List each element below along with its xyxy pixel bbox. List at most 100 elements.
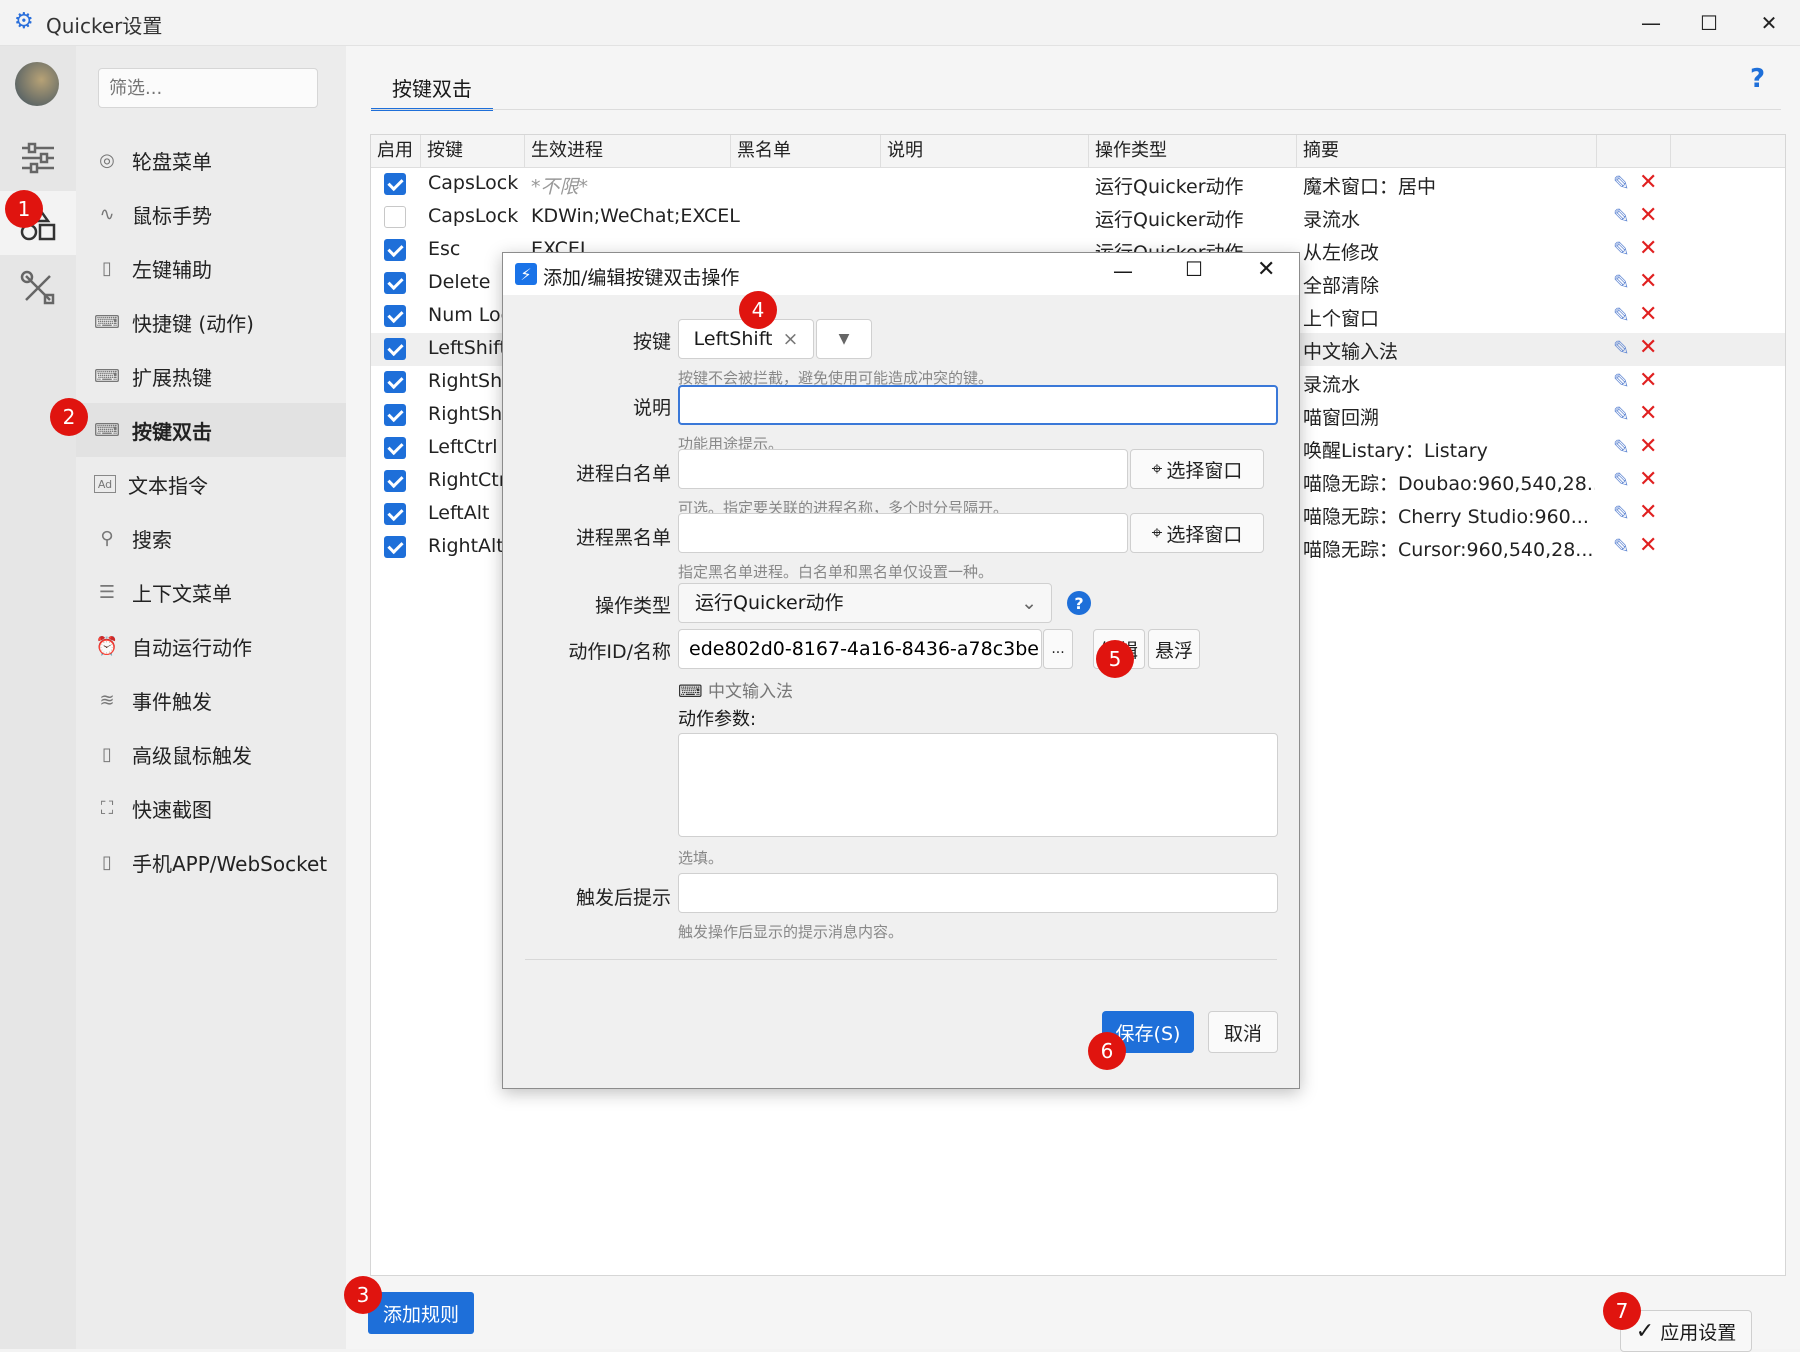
enabled-checkbox[interactable] [384,404,406,426]
tab-key-double-click[interactable]: 按键双击 [371,66,493,111]
table-header: 启用 按键 生效进程 黑名单 说明 操作类型 摘要 [371,135,1785,168]
add-rule-button[interactable]: 添加规则 [368,1292,474,1334]
edit-icon[interactable]: ✎ [1613,171,1630,195]
delete-icon[interactable]: ✕ [1639,434,1657,459]
edit-icon[interactable]: ✎ [1613,336,1630,360]
col-key[interactable]: 按键 [421,135,525,167]
nav-item-text-command[interactable]: Ad 文本指令 [76,457,346,511]
nav-item-mouse-gesture[interactable]: ∿ 鼠标手势 [76,187,346,241]
cell-summary: 中文输入法 [1303,341,1399,363]
dialog-minimize-button[interactable]: — [1113,259,1133,283]
edit-icon[interactable]: ✎ [1613,402,1630,426]
edit-icon[interactable]: ✎ [1613,501,1630,525]
nav-item-wheel-menu[interactable]: ◎ 轮盘菜单 [76,133,346,187]
table-row[interactable]: CapsLock KDWin;WeChat;EXCEL 运行Quicker动作 录流水… [371,201,1785,234]
col-blacklist[interactable]: 黑名单 [731,135,881,167]
crosshair-icon: ⌖ [1151,458,1163,480]
enabled-checkbox[interactable] [384,371,406,393]
browse-action-button[interactable]: ... [1043,629,1073,669]
delete-icon[interactable]: ✕ [1639,335,1657,360]
enabled-checkbox[interactable] [384,305,406,327]
keyboard-icon: ⌨ [678,682,703,702]
nav-item-event-trigger[interactable]: ≋ 事件触发 [76,673,346,727]
key-dropdown[interactable]: ▼ [816,319,872,359]
action-label: 动作ID/名称 [568,641,671,663]
avatar[interactable] [15,62,59,106]
cell-summary: 录流水 [1303,374,1361,396]
cell-summary: 喵隐无踪：Cursor:960,540,28... [1303,539,1594,561]
action-id-input[interactable] [678,629,1042,669]
enabled-checkbox[interactable] [384,437,406,459]
enabled-checkbox[interactable] [384,173,406,195]
whitelist-select-window-button[interactable]: ⌖ 选择窗口 [1130,449,1264,489]
params-textarea[interactable] [678,733,1278,837]
delete-icon[interactable]: ✕ [1639,269,1657,294]
nav-item-quick-screenshot[interactable]: ⛶ 快速截图 [76,781,346,835]
enabled-checkbox[interactable] [384,272,406,294]
enabled-checkbox[interactable] [384,503,406,525]
dialog-title: 添加/编辑按键双击操作 [543,267,740,289]
delete-icon[interactable]: ✕ [1639,170,1657,195]
delete-icon[interactable]: ✕ [1639,533,1657,558]
cancel-button[interactable]: 取消 [1208,1011,1278,1053]
enabled-checkbox[interactable] [384,470,406,492]
nav-item-extended-hotkey[interactable]: ⌨ 扩展热键 [76,349,346,403]
filter-input[interactable] [98,68,318,108]
nav-item-advanced-mouse[interactable]: ▯ 高级鼠标触发 [76,727,346,781]
edit-icon[interactable]: ✎ [1613,468,1630,492]
edit-icon[interactable]: ✎ [1613,435,1630,459]
edit-icon[interactable]: ✎ [1613,237,1630,261]
delete-icon[interactable]: ✕ [1639,401,1657,426]
help-icon[interactable]: ? [1750,64,1765,94]
sliders-icon[interactable] [18,138,58,178]
enabled-checkbox[interactable] [384,239,406,261]
delete-icon[interactable]: ✕ [1639,500,1657,525]
delete-icon[interactable]: ✕ [1639,302,1657,327]
nav-item-context-menu[interactable]: ☰ 上下文菜单 [76,565,346,619]
cell-type: 运行Quicker动作 [1095,209,1244,231]
trigger-message-input[interactable] [678,873,1278,913]
col-enabled[interactable]: 启用 [371,135,421,167]
col-description[interactable]: 说明 [881,135,1089,167]
title-bar: ⚙ Quicker设置 — ☐ ✕ [0,0,1800,46]
col-summary[interactable]: 摘要 [1297,135,1597,167]
blacklist-input[interactable] [678,513,1128,553]
nav-item-shortcut-action[interactable]: ⌨ 快捷键 (动作) [76,295,346,349]
float-action-button[interactable]: 悬浮 [1148,629,1200,669]
edit-icon[interactable]: ✎ [1613,204,1630,228]
delete-icon[interactable]: ✕ [1639,467,1657,492]
edit-icon[interactable]: ✎ [1613,534,1630,558]
enabled-checkbox[interactable] [384,536,406,558]
edit-icon[interactable]: ✎ [1613,270,1630,294]
table-row[interactable]: CapsLock *不限* 运行Quicker动作 魔术窗口：居中 ✎ ✕ [371,168,1785,201]
optype-select[interactable]: 运行Quicker动作 ⌄ [678,583,1052,623]
cell-summary: 唤醒Listary：Listary [1303,440,1488,462]
circle-icon: ◎ [99,149,115,171]
nav-item-phone-app[interactable]: ▯ 手机APP/WebSocket [76,835,346,889]
blacklist-select-window-button[interactable]: ⌖ 选择窗口 [1130,513,1264,553]
edit-icon[interactable]: ✎ [1613,369,1630,393]
nav-item-left-click-assist[interactable]: ▯ 左键辅助 [76,241,346,295]
minimize-button[interactable]: — [1620,0,1682,45]
col-process[interactable]: 生效进程 [525,135,731,167]
enabled-checkbox[interactable] [384,206,406,228]
nav-item-auto-run[interactable]: ⏰ 自动运行动作 [76,619,346,673]
dialog-close-button[interactable]: ✕ [1257,257,1275,282]
nav-item-search[interactable]: ⚲ 搜索 [76,511,346,565]
help-icon[interactable]: ? [1067,591,1091,615]
cell-key: CapsLock [428,205,519,227]
delete-icon[interactable]: ✕ [1639,236,1657,261]
dialog-maximize-button[interactable]: ☐ [1185,257,1203,281]
maximize-button[interactable]: ☐ [1678,0,1740,45]
desc-input[interactable] [678,385,1278,425]
tools-icon[interactable] [18,268,58,308]
delete-icon[interactable]: ✕ [1639,203,1657,228]
nav-item-key-double-click[interactable]: ⌨ 按键双击 [76,403,346,457]
remove-key-icon[interactable]: × [783,328,799,350]
close-button[interactable]: ✕ [1738,0,1800,45]
enabled-checkbox[interactable] [384,338,406,360]
edit-icon[interactable]: ✎ [1613,303,1630,327]
col-type[interactable]: 操作类型 [1089,135,1297,167]
delete-icon[interactable]: ✕ [1639,368,1657,393]
whitelist-input[interactable] [678,449,1128,489]
